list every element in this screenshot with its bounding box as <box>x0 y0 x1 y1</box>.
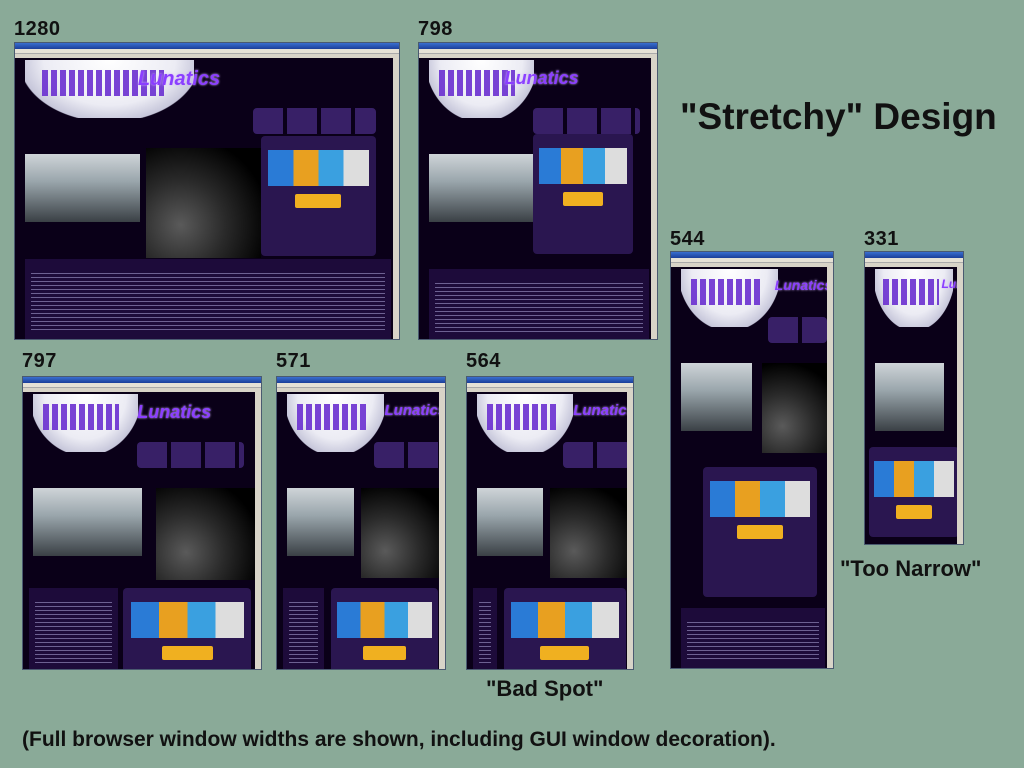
crowd-silhouettes <box>486 404 556 430</box>
moon-surface <box>761 363 830 453</box>
moon-surface <box>361 488 442 578</box>
screenshot-544: Lunatics <box>670 251 834 669</box>
screenshot-1280: Lunatics <box>14 42 400 340</box>
support-panel <box>533 134 634 254</box>
scrollbar <box>827 267 833 668</box>
width-label-798: 798 <box>418 18 453 40</box>
scrollbar <box>439 392 445 669</box>
support-panel <box>260 136 376 256</box>
web-page: Lunatics <box>23 392 261 669</box>
nav-menu <box>253 108 376 134</box>
news-section <box>283 588 325 669</box>
nav-menu <box>533 108 641 134</box>
footnote: (Full browser window widths are shown, i… <box>22 728 776 751</box>
too-narrow-caption: "Too Narrow" <box>840 556 982 581</box>
crowd-silhouettes <box>882 279 940 305</box>
width-label-1280: 1280 <box>14 18 61 40</box>
scrollbar <box>651 58 657 339</box>
news-section <box>473 588 497 669</box>
web-page: Lunatics <box>15 58 399 339</box>
site-logo: Lunatics <box>774 277 833 293</box>
moon-banner <box>287 394 385 452</box>
moon-banner <box>681 269 779 327</box>
support-panel <box>703 467 817 597</box>
scrollbar <box>393 58 399 339</box>
width-label-564: 564 <box>466 350 501 372</box>
news-section <box>25 259 391 339</box>
news-section <box>29 588 119 669</box>
crowd-silhouettes <box>439 70 515 96</box>
screenshot-331: Lunatics <box>864 251 964 545</box>
site-logo: Lunatics <box>137 402 212 422</box>
screenshot-798: Lunatics <box>418 42 658 340</box>
scrollbar <box>255 392 261 669</box>
support-panel <box>330 588 439 669</box>
screenshot-564: Lunatics <box>466 376 634 670</box>
web-page: Lunatics <box>671 267 833 668</box>
video-player <box>681 363 753 431</box>
web-page: Lunatics <box>419 58 657 339</box>
video-player <box>429 154 539 222</box>
news-section <box>429 269 649 339</box>
web-page: Lunatics <box>865 267 963 544</box>
bad-spot-caption: "Bad Spot" <box>486 676 604 701</box>
site-logo: Lunatics <box>573 402 633 419</box>
nav-menu <box>137 442 245 468</box>
nav-menu <box>563 442 630 468</box>
moon-banner <box>33 394 138 452</box>
width-label-571: 571 <box>276 350 311 372</box>
nav-menu <box>374 442 442 468</box>
screenshot-571: Lunatics <box>276 376 446 670</box>
news-section <box>681 608 825 668</box>
scrollbar <box>627 392 633 669</box>
web-page: Lunatics <box>277 392 445 669</box>
width-label-331: 331 <box>864 228 899 250</box>
scrollbar <box>957 267 963 544</box>
moon-surface <box>145 148 261 258</box>
nav-menu <box>768 317 827 343</box>
video-player <box>25 154 141 222</box>
video-player <box>287 488 355 556</box>
video-player <box>33 488 143 556</box>
crowd-silhouettes <box>296 404 367 430</box>
support-panel <box>868 447 960 537</box>
site-logo: Lunatics <box>504 68 579 88</box>
crowd-silhouettes <box>690 279 761 305</box>
web-page: Lunatics <box>467 392 633 669</box>
site-logo: Lunatics <box>384 402 445 419</box>
moon-banner <box>477 394 574 452</box>
video-player <box>875 363 944 431</box>
support-panel <box>122 588 252 669</box>
width-label-797: 797 <box>22 350 57 372</box>
moon-surface <box>550 488 630 578</box>
support-panel <box>503 588 627 669</box>
video-player <box>477 488 544 556</box>
crowd-silhouettes <box>43 404 119 430</box>
slide-title: "Stretchy" Design <box>680 96 997 137</box>
site-logo: Lunatics <box>137 68 221 90</box>
screenshot-797: Lunatics <box>22 376 262 670</box>
width-label-544: 544 <box>670 228 705 250</box>
moon-surface <box>156 488 257 580</box>
